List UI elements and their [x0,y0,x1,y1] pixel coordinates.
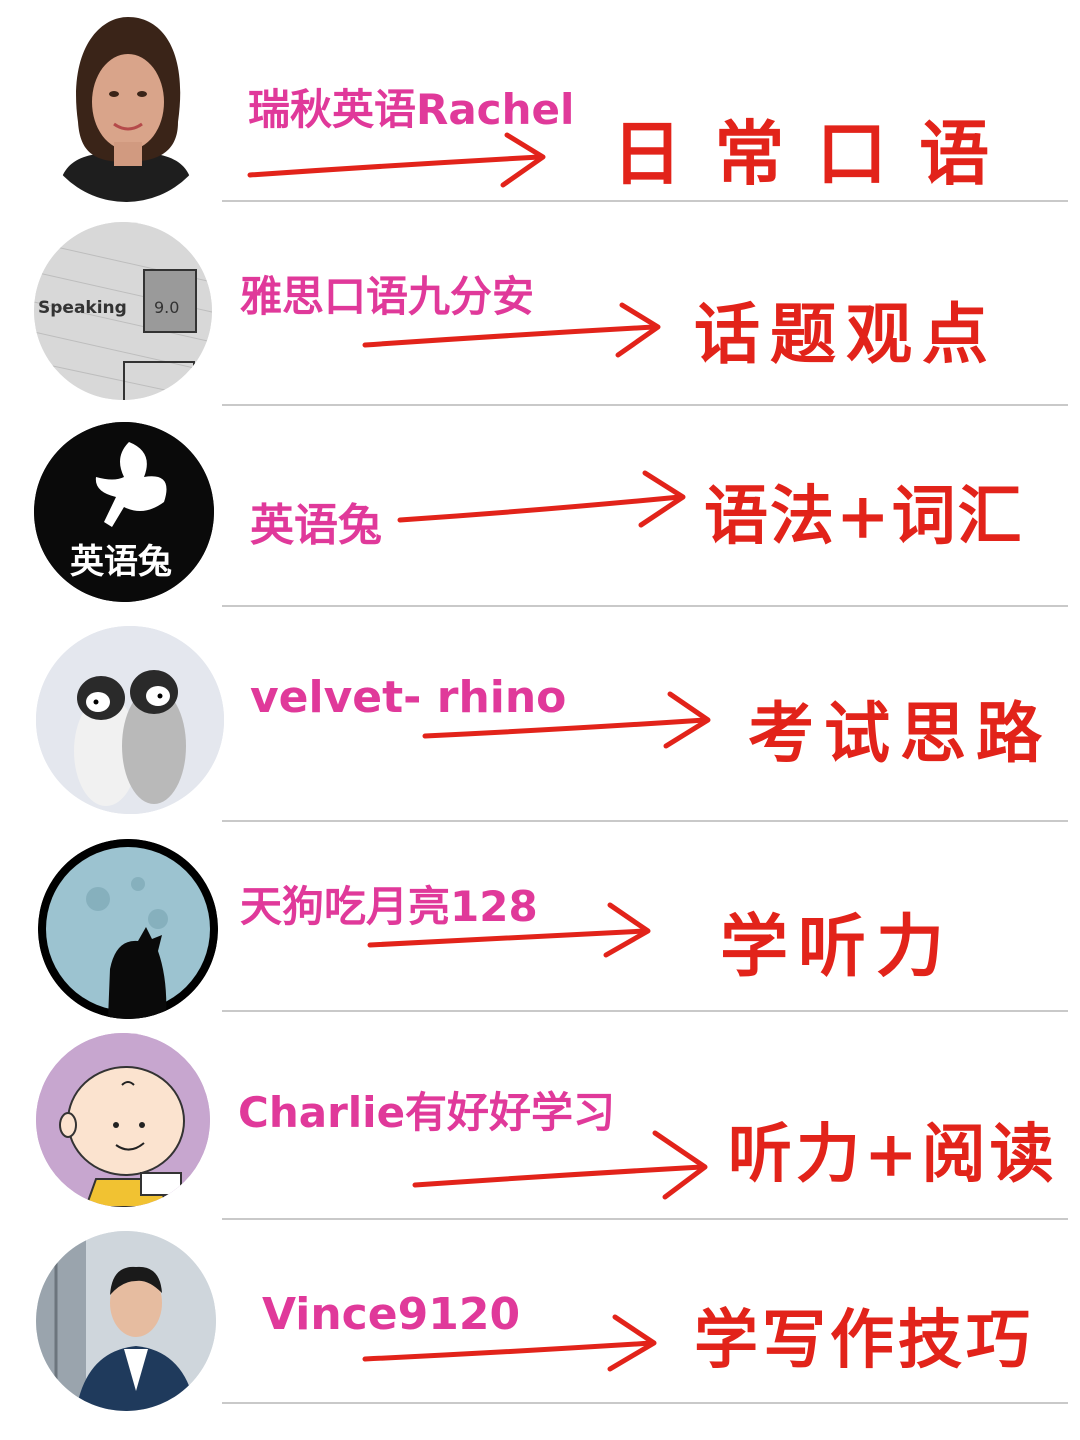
topic-label: 语法+词汇 [704,479,1024,554]
moon-dog-avatar[interactable] [38,839,218,1019]
entry-row-6: Charlie有好好学习 听力+阅读 [0,1011,1080,1219]
topic-label: 学听力 [720,907,955,987]
row-divider [222,1402,1068,1404]
topic-label: 日 常 口 语 [612,112,994,195]
arrow-icon [362,1314,657,1372]
arrow-icon [412,1130,708,1200]
woman-portrait-avatar[interactable] [38,12,214,202]
entry-row-4: velvet- rhino 考试思路 [0,606,1080,821]
arrow-icon [247,132,546,188]
entry-row-5: 天狗吃月亮128 学听力 [0,821,1080,1019]
ielts-speaking-avatar[interactable]: Speaking 9.0 [34,222,212,400]
entry-row-7: Vince9120 学写作技巧 [0,1219,1080,1419]
arrow-icon [397,470,686,528]
topic-label: 话题观点 [694,295,998,373]
arrow-icon [362,302,661,358]
arrow-icon [367,902,651,958]
topic-label: 听力+阅读 [728,1117,1058,1192]
entry-row-3: 英语兔 英语兔 语法+词汇 [0,405,1080,605]
speaking-label: Speaking [38,298,127,318]
entry-row-2: Speaking 9.0 雅思口语九分安 话题观点 [0,205,1080,405]
rabbit-logo-avatar[interactable]: 英语兔 [34,422,214,602]
row-divider [222,200,1068,202]
topic-label: 考试思路 [748,694,1052,772]
creator-name: 英语兔 [250,500,382,551]
topic-label: 学写作技巧 [694,1303,1034,1378]
man-portrait-avatar[interactable] [36,1231,216,1411]
charlie-brown-avatar[interactable] [36,1033,210,1207]
score-label: 9.0 [154,298,180,317]
arrow-icon [422,691,711,749]
rabbit-logo-text: 英语兔 [70,542,172,582]
entry-row-1: 瑞秋英语Rachel 日 常 口 语 [0,0,1080,205]
penguins-avatar[interactable] [36,626,224,814]
